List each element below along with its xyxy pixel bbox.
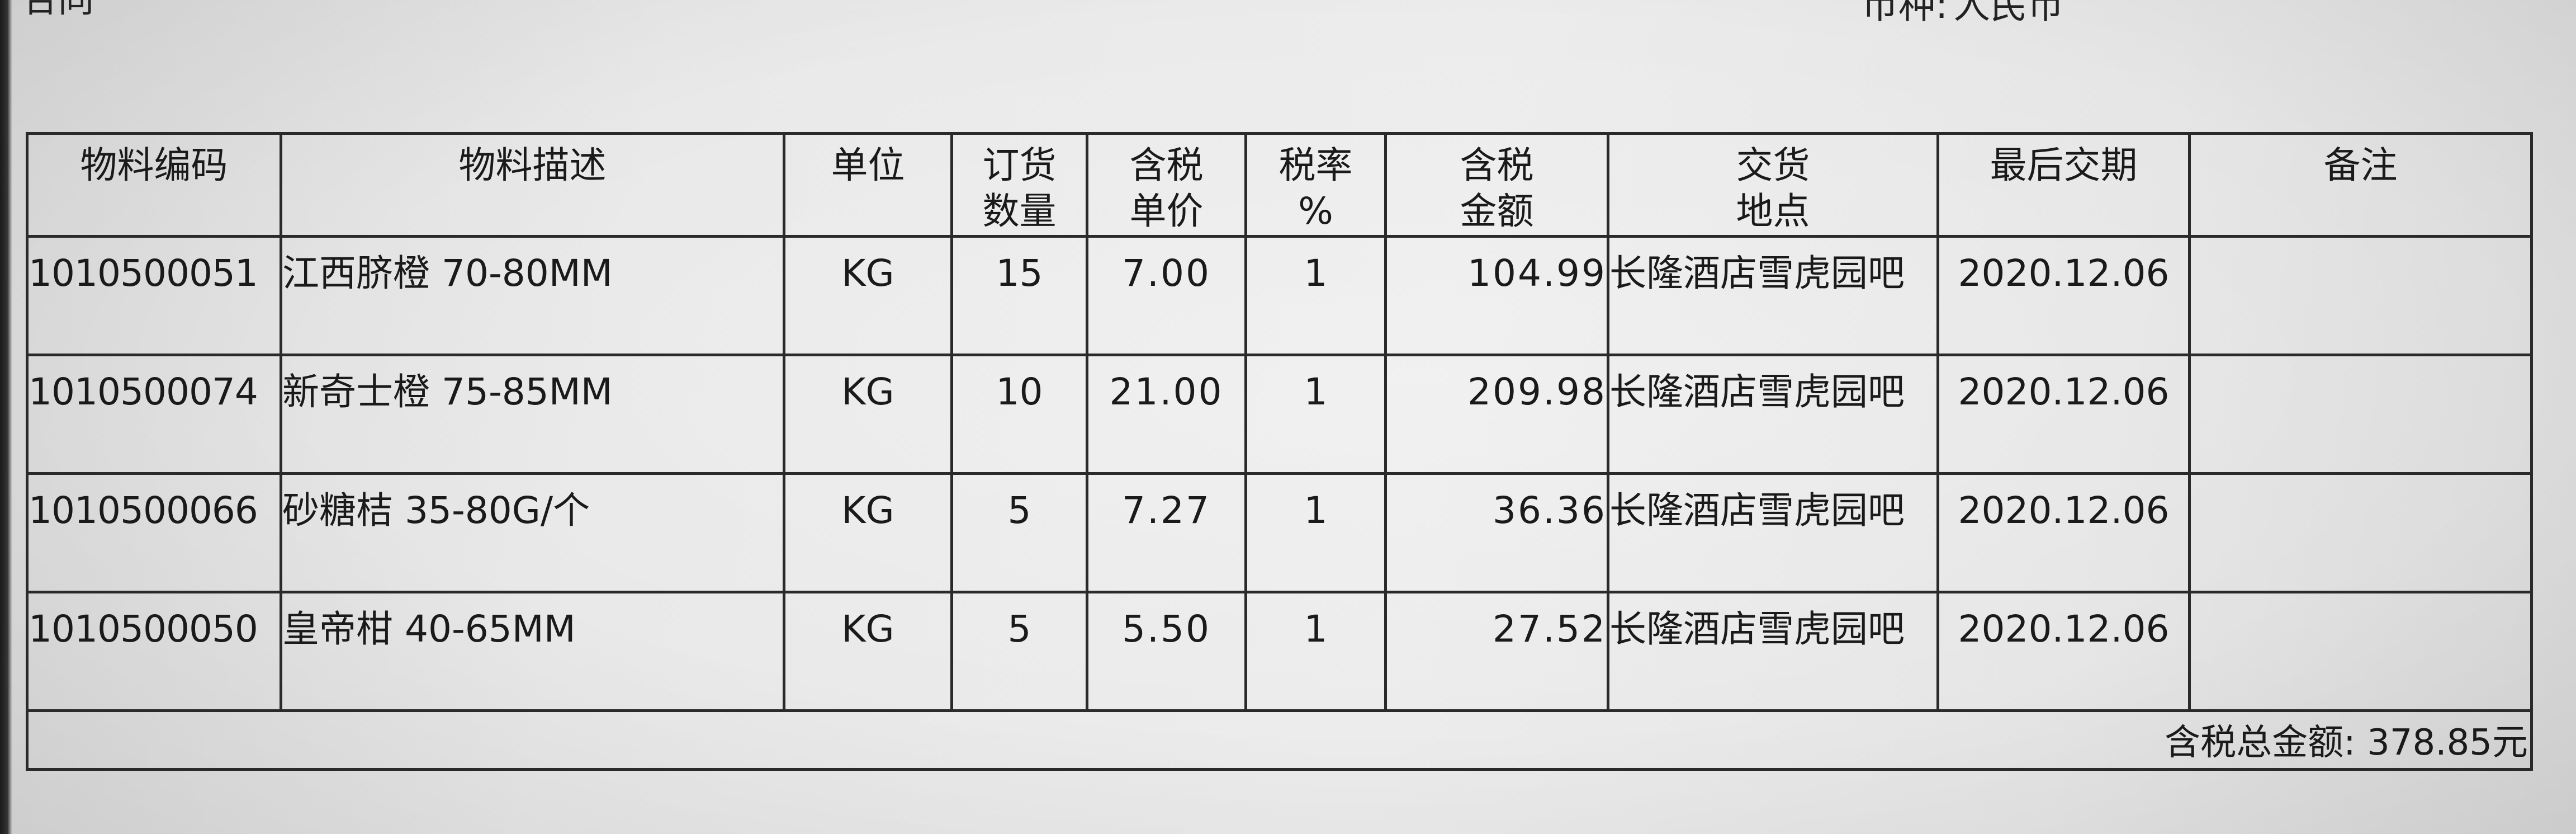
header-fragment: 合同: [22, 0, 94, 21]
cell-quantity: 10: [950, 354, 1088, 475]
cell-price: 21.00: [1086, 354, 1247, 475]
cell-price: 7.27: [1086, 472, 1247, 593]
cell-delivery-date: 2020.12.06: [1936, 591, 2191, 712]
cell-code: 1010500066: [26, 472, 282, 593]
cell-quantity: 15: [950, 235, 1088, 356]
col-header-location: 交货 地点: [1607, 132, 1939, 238]
col-header-quantity-line2: 数量: [982, 190, 1057, 233]
cell-remarks: [2188, 472, 2533, 593]
col-header-description-text: 物料描述: [458, 144, 607, 187]
cell-delivery-date: 2020.12.06: [1936, 354, 2191, 475]
table-row: 1010500050 皇帝柑 40-65MM KG 5 5.50 1 27.52…: [26, 591, 2533, 712]
cell-tax: 1: [1244, 235, 1387, 356]
col-header-delivery-date-text: 最后交期: [1990, 144, 2138, 187]
col-header-amount: 含税 金额: [1384, 132, 1609, 238]
col-header-amount-line1: 含税: [1460, 144, 1534, 187]
col-header-price: 含税 单价: [1086, 132, 1247, 238]
cell-quantity: 5: [950, 472, 1088, 593]
cell-unit: KG: [783, 235, 953, 356]
col-header-code: 物料编码: [26, 132, 282, 238]
cell-location: 长隆酒店雪虎园吧: [1607, 472, 1939, 593]
cell-remarks: [2188, 591, 2533, 712]
currency-value: 人民币: [1953, 0, 2064, 27]
cell-code: 1010500050: [26, 591, 282, 712]
cell-price: 7.00: [1086, 235, 1247, 356]
cell-tax: 1: [1244, 472, 1387, 593]
col-header-price-line2: 单价: [1129, 190, 1204, 233]
total-cell: 含税总金额: 378.85元: [26, 709, 2533, 771]
total-label: 含税总金额:: [2165, 722, 2356, 764]
paper-left-edge: [0, 0, 12, 834]
cell-delivery-date: 2020.12.06: [1936, 472, 2191, 593]
table-row: 1010500066 砂糖桔 35-80G/个 KG 5 7.27 1 36.3…: [26, 472, 2533, 593]
cell-location: 长隆酒店雪虎园吧: [1607, 235, 1939, 356]
table-header-row: 物料编码 物料描述 单位 订货 数量 含税 单价 税率% 含税 金额 交货 地点 最后交…: [26, 132, 2533, 238]
cell-unit: KG: [783, 591, 953, 712]
total-row: 含税总金额: 378.85元: [26, 709, 2533, 771]
cell-description: 新奇士橙 75-85MM: [280, 354, 785, 475]
col-header-tax: 税率%: [1244, 132, 1387, 238]
cell-remarks: [2188, 354, 2533, 475]
col-header-unit: 单位: [783, 132, 953, 238]
col-header-location-line2: 地点: [1736, 190, 1810, 233]
cell-delivery-date: 2020.12.06: [1936, 235, 2191, 356]
purchase-order-table: 物料编码 物料描述 单位 订货 数量 含税 单价 税率% 含税 金额 交货 地点 最后交…: [26, 132, 2533, 771]
col-header-description: 物料描述: [280, 132, 785, 238]
col-header-tax-line2: %: [1298, 190, 1333, 233]
col-header-price-line1: 含税: [1129, 144, 1204, 187]
currency-label-text: 币种:: [1862, 0, 1948, 27]
cell-amount: 36.36: [1384, 472, 1609, 593]
cell-price: 5.50: [1086, 591, 1247, 712]
cell-amount: 27.52: [1384, 591, 1609, 712]
cell-description: 砂糖桔 35-80G/个: [280, 472, 785, 593]
total-value: 378.85元: [2367, 722, 2528, 764]
col-header-unit-text: 单位: [831, 144, 905, 187]
cell-amount: 104.99: [1384, 235, 1609, 356]
cell-unit: KG: [783, 354, 953, 475]
cell-amount: 209.98: [1384, 354, 1609, 475]
cell-quantity: 5: [950, 591, 1088, 712]
cell-tax: 1: [1244, 591, 1387, 712]
cell-code: 1010500074: [26, 354, 282, 475]
col-header-quantity-line1: 订货: [982, 144, 1057, 187]
cell-tax: 1: [1244, 354, 1387, 475]
col-header-location-line1: 交货: [1736, 144, 1810, 187]
table-row: 1010500074 新奇士橙 75-85MM KG 10 21.00 1 20…: [26, 354, 2533, 475]
col-header-code-text: 物料编码: [80, 144, 228, 187]
cell-unit: KG: [783, 472, 953, 593]
col-header-quantity: 订货 数量: [950, 132, 1088, 238]
col-header-remarks: 备注: [2188, 132, 2533, 238]
currency-label: 币种: 人民币: [1862, 0, 2070, 29]
cell-remarks: [2188, 235, 2533, 356]
cell-description: 皇帝柑 40-65MM: [280, 591, 785, 712]
col-header-delivery-date: 最后交期: [1936, 132, 2191, 238]
cell-description: 江西脐橙 70-80MM: [280, 235, 785, 356]
col-header-remarks-text: 备注: [2323, 144, 2398, 187]
cell-location: 长隆酒店雪虎园吧: [1607, 591, 1939, 712]
col-header-amount-line2: 金额: [1460, 190, 1534, 233]
col-header-tax-line1: 税率: [1278, 144, 1353, 187]
table-row: 1010500051 江西脐橙 70-80MM KG 15 7.00 1 104…: [26, 235, 2533, 356]
cell-code: 1010500051: [26, 235, 282, 356]
cell-location: 长隆酒店雪虎园吧: [1607, 354, 1939, 475]
